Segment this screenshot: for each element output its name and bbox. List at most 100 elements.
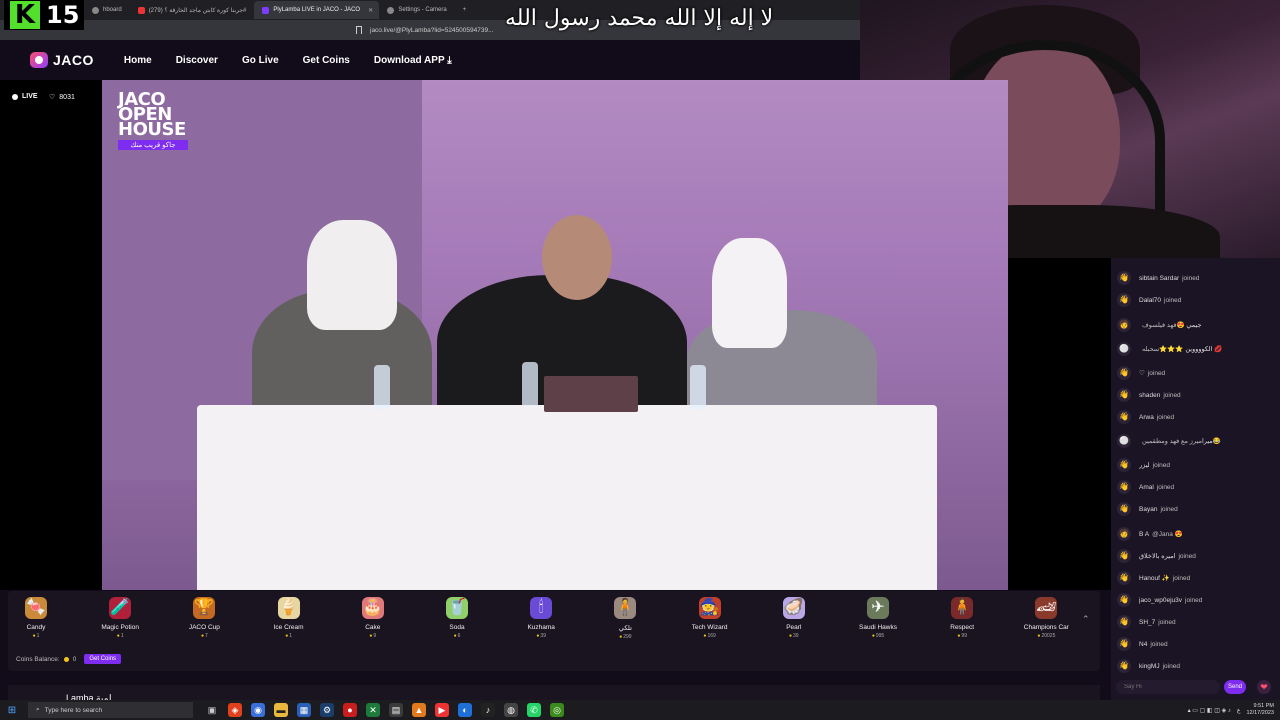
tab-settings-camera[interactable]: Settings - Camera — [379, 1, 454, 19]
chat-avatar-icon[interactable]: 👋 — [1117, 502, 1131, 516]
chat-message: 👋 ليزر joined — [1117, 458, 1277, 472]
xbox-icon[interactable]: ✕ — [366, 703, 380, 717]
close-tab-icon[interactable]: ✕ — [368, 7, 373, 14]
gift-icon: 🕯 — [530, 597, 553, 619]
tab-youtube[interactable]: (279) جربنا كورة كابتن ماجد الخارقة ؟# — [130, 1, 255, 19]
gift-item[interactable]: 🧍 Respect 99 — [932, 597, 992, 639]
store-icon[interactable]: ▦ — [297, 703, 311, 717]
chrome-icon[interactable]: ◉ — [251, 703, 265, 717]
chat-username[interactable]: اميره بالاخلاق — [1139, 553, 1175, 560]
chat-input[interactable] — [1116, 680, 1220, 694]
nav-home[interactable]: Home — [124, 55, 152, 66]
chat-avatar-icon[interactable]: ⚪ — [1117, 434, 1131, 448]
obs-icon[interactable]: ◍ — [504, 703, 518, 717]
tray-icons[interactable]: ▴ ▭ ▢ ◧ ◫ ◈ ♪ — [1188, 707, 1231, 714]
edge-icon[interactable]: ◐ — [458, 703, 472, 717]
chevron-up-icon[interactable]: ⌃ — [1082, 614, 1090, 625]
gift-price: 299 — [595, 634, 655, 640]
chat-username[interactable]: Arwa — [1139, 414, 1154, 421]
nav-discover[interactable]: Discover — [176, 55, 218, 66]
brave-icon[interactable]: ◈ — [228, 703, 242, 717]
file-explorer-icon[interactable]: ▬ — [274, 703, 288, 717]
terminal-icon[interactable]: ▤ — [389, 703, 403, 717]
gift-item[interactable]: 🦪 Pearl 39 — [764, 597, 824, 639]
chat-message: 👋 sibtain Sardar joined — [1117, 271, 1277, 285]
gift-item[interactable]: 🏎 Champions Car 20025 — [1016, 597, 1076, 639]
chat-avatar-icon[interactable]: 👋 — [1117, 571, 1131, 585]
task-view-icon[interactable]: ▣ — [205, 703, 219, 717]
steam-icon[interactable]: ⚙ — [320, 703, 334, 717]
chat-username[interactable]: SH_7 — [1139, 619, 1155, 626]
new-tab-button[interactable]: + — [455, 1, 475, 19]
chat-avatar-icon[interactable]: 👋 — [1117, 549, 1131, 563]
chat-text: joined — [1182, 274, 1200, 282]
chat-username[interactable]: B A — [1139, 531, 1149, 538]
chat-username[interactable]: Dalal70 — [1139, 297, 1161, 304]
chat-username[interactable]: ليزر — [1139, 462, 1150, 469]
video-player[interactable]: JACO OPEN HOUSE جاكو قريب منك — [102, 80, 1008, 590]
chat-avatar-icon[interactable]: ⚪ — [1117, 342, 1131, 356]
chat-avatar-icon[interactable]: 🧑 — [1117, 527, 1131, 541]
like-heart-icon[interactable]: ❤ — [1257, 680, 1271, 694]
chat-username[interactable]: kingMJ — [1139, 663, 1160, 670]
taskbar-search[interactable]: ⌕ Type here to search — [28, 702, 193, 718]
chat-avatar-icon[interactable]: 👋 — [1117, 388, 1131, 402]
chat-username[interactable]: ♡ — [1139, 370, 1145, 377]
chat-avatar-icon[interactable]: 👋 — [1117, 458, 1131, 472]
chat-username[interactable]: الكووووين ⭐⭐⭐ — [1159, 346, 1212, 353]
jaco-logo-icon — [30, 52, 48, 68]
editor-icon[interactable]: ▲ — [412, 703, 426, 717]
gift-item[interactable]: ✈ Saudi Hawks 995 — [848, 597, 908, 639]
chat-username[interactable]: Amal — [1139, 484, 1154, 491]
chat-avatar-icon[interactable]: 👋 — [1117, 271, 1131, 285]
gift-item[interactable]: 🍬 Candy 1 — [6, 597, 66, 639]
get-coins-button[interactable]: Get Coins — [84, 654, 122, 664]
clock[interactable]: 9:51 PM 12/17/2023 — [1246, 703, 1274, 717]
chat-username[interactable]: jaco_wp0eju3v — [1139, 597, 1182, 604]
whatsapp-icon[interactable]: ✆ — [527, 703, 541, 717]
gift-item[interactable]: 🏆 JACO Cup 7 — [174, 597, 234, 639]
chat-username[interactable]: Bayan — [1139, 506, 1157, 513]
gift-item[interactable]: 🎂 Cake 9 — [343, 597, 403, 639]
gift-item[interactable]: 🍦 Ice Cream 1 — [259, 597, 319, 639]
chat-avatar-icon[interactable]: 👋 — [1117, 293, 1131, 307]
nav-get-coins[interactable]: Get Coins — [303, 55, 350, 66]
chrome-alt-icon[interactable]: ◎ — [550, 703, 564, 717]
jaco-logo[interactable]: JACO — [30, 52, 94, 68]
chat-username[interactable]: sibtain Sardar — [1139, 275, 1179, 282]
chat-avatar-icon[interactable]: 🧑 — [1117, 318, 1131, 332]
gift-item[interactable]: 🕯 Kuzhama 39 — [511, 597, 571, 639]
chat-username[interactable]: Hanouf ✨ — [1139, 575, 1170, 582]
gift-item[interactable]: 🧙 Tech Wizard 169 — [680, 597, 740, 639]
gift-name: Tech Wizard — [691, 624, 728, 631]
url-text[interactable]: jaco.live/@PlyLamba?lid=524500594739... — [370, 27, 494, 34]
send-button[interactable]: Send — [1224, 680, 1246, 694]
windows-start-icon[interactable]: ⊞ — [2, 705, 22, 716]
tiktok-icon[interactable]: ♪ — [481, 703, 495, 717]
nav-download-app[interactable]: Download APP ⤓ — [374, 55, 452, 66]
chat-avatar-icon[interactable]: 👋 — [1117, 637, 1131, 651]
chat-avatar-icon[interactable]: 👋 — [1117, 593, 1131, 607]
tab-dashboard[interactable]: hboard — [84, 1, 130, 19]
record-icon[interactable]: ● — [343, 703, 357, 717]
chat-username[interactable]: ميرا — [1202, 438, 1213, 445]
chat-message: 👋 ♡ joined — [1117, 366, 1277, 380]
gift-item[interactable]: 🧍 تلكي 299 — [595, 597, 655, 640]
nav-go-live[interactable]: Go Live — [242, 55, 279, 66]
chat-username[interactable]: shaden — [1139, 392, 1160, 399]
chat-avatar-icon[interactable]: 👋 — [1117, 480, 1131, 494]
chat-avatar-icon[interactable]: 👋 — [1117, 366, 1131, 380]
badge-number: 15 — [46, 1, 80, 29]
chat-avatar-icon[interactable]: 👋 — [1117, 410, 1131, 424]
chat-avatar-icon[interactable]: 👋 — [1117, 615, 1131, 629]
youtube-app-icon[interactable]: ▶ — [435, 703, 449, 717]
chat-username[interactable]: N4 — [1139, 641, 1147, 648]
search-icon: ⌕ — [36, 706, 40, 713]
bookmark-icon[interactable] — [356, 26, 362, 34]
chat-username[interactable]: جيمي 😍 — [1176, 322, 1201, 329]
gift-item[interactable]: 🥤 Soda 6 — [427, 597, 487, 639]
language-indicator[interactable]: ع — [1237, 707, 1241, 714]
chat-avatar-icon[interactable]: 👋 — [1117, 659, 1131, 673]
gift-item[interactable]: 🧪 Magic Potion 1 — [90, 597, 150, 639]
tab-jaco-live[interactable]: PlyLamba LIVE in JACO - JACO ✕ — [254, 1, 380, 19]
